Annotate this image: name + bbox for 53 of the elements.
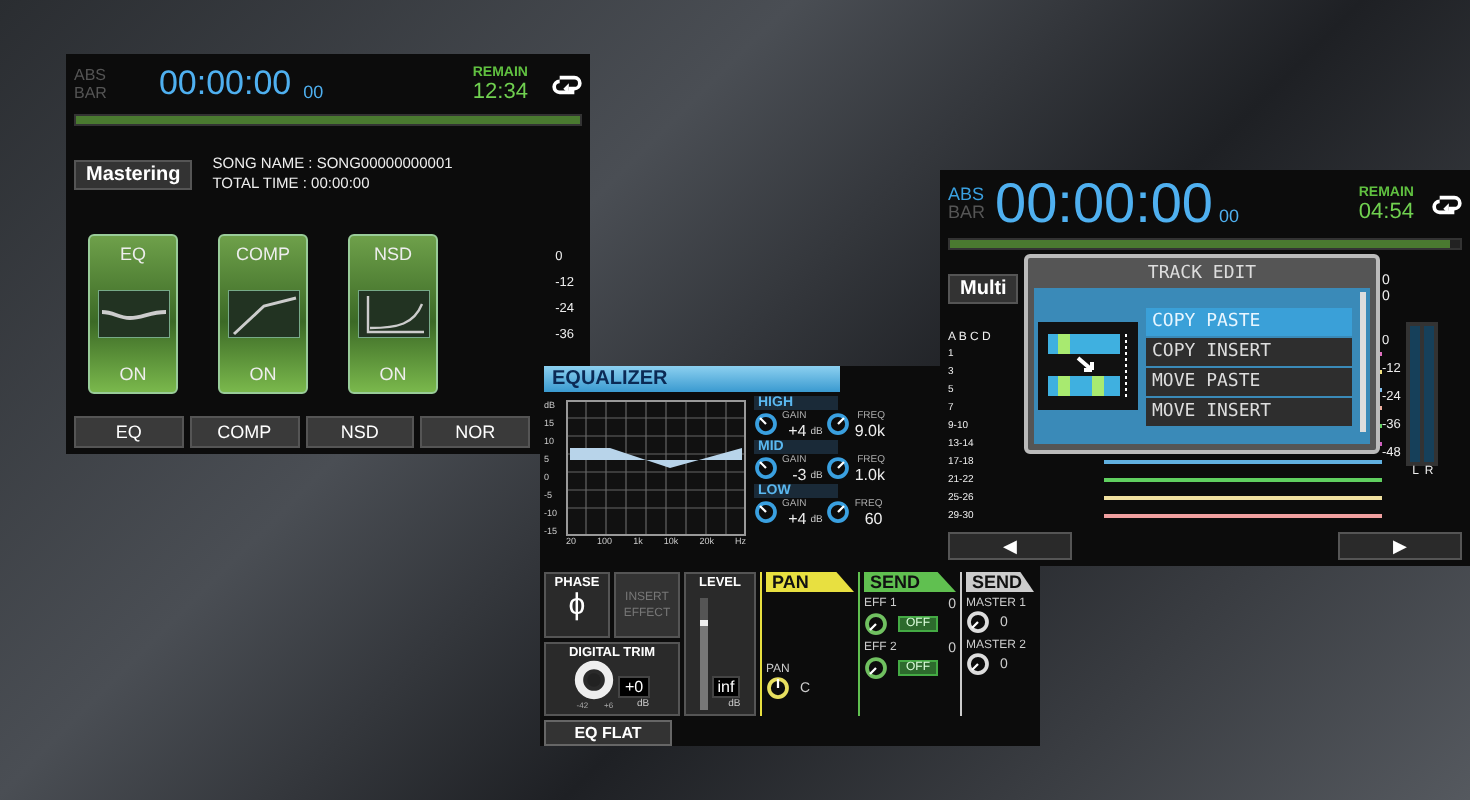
freq-value: 1.0k	[854, 468, 885, 482]
remain-time: 04:54	[1358, 199, 1414, 223]
menu-item[interactable]: COPY INSERT	[1146, 337, 1352, 365]
eq-curve-icon	[97, 290, 169, 338]
knob-icon[interactable]	[826, 412, 851, 436]
dialog-title: TRACK EDIT	[1145, 264, 1259, 284]
knob-icon[interactable]	[864, 612, 888, 636]
knob-icon[interactable]	[864, 656, 888, 680]
send-title: SEND	[864, 572, 956, 592]
send-title: SEND	[966, 572, 1034, 592]
freq-value: 60	[864, 512, 883, 526]
menu-item[interactable]: MOVE INSERT	[1146, 397, 1352, 425]
track-blocks-icon	[1038, 322, 1138, 410]
function-button[interactable]: COMP	[189, 416, 299, 448]
pan-title: PAN	[766, 572, 854, 592]
knob-icon[interactable]	[826, 456, 851, 480]
frames: 00	[1219, 206, 1240, 226]
scrollbar[interactable]	[1360, 292, 1366, 432]
loop-icon	[1432, 193, 1462, 215]
level-value: inf	[711, 676, 741, 698]
function-button[interactable]: NSD	[305, 416, 415, 448]
compressor-curve-icon	[227, 290, 299, 338]
timecode: 00:00:00	[158, 64, 292, 104]
fader-fill[interactable]	[699, 620, 708, 710]
knob-icon[interactable]	[754, 412, 778, 436]
function-button[interactable]: NOR	[420, 416, 530, 448]
menu-item[interactable]: MOVE PASTE	[1146, 367, 1352, 395]
bar-label: BAR	[74, 84, 107, 102]
knob-icon[interactable]	[754, 500, 778, 524]
mode-label: Mastering	[74, 159, 193, 189]
loop-icon	[552, 73, 582, 95]
abs-label: ABS	[948, 186, 986, 204]
knob-icon[interactable]	[754, 456, 778, 480]
remain-time: 12:34	[472, 79, 528, 103]
noise-curve-icon	[357, 290, 429, 338]
timecode: 00:00:00	[995, 172, 1214, 236]
eq-flat-button[interactable]: EQ FLAT	[544, 720, 672, 746]
stereo-meter	[1406, 322, 1439, 466]
trim-value: +0	[618, 676, 650, 698]
nav-button[interactable]: ▶	[1338, 532, 1462, 560]
gain-value: +4	[788, 512, 807, 526]
nav-button[interactable]: ◀	[948, 532, 1072, 560]
bar-label: BAR	[948, 204, 986, 222]
frames: 00	[303, 82, 324, 102]
equalizer-title: EQUALIZER	[544, 366, 840, 392]
gain-value: +4	[788, 424, 807, 438]
function-button[interactable]: EQ	[74, 416, 184, 448]
freq-value: 9.0k	[854, 424, 885, 438]
mode-label: Multi	[948, 274, 1019, 304]
level-fader[interactable]	[699, 598, 708, 710]
gain-value: -3	[792, 468, 807, 482]
knob-icon[interactable]	[826, 500, 851, 524]
abs-label: ABS	[74, 66, 107, 84]
